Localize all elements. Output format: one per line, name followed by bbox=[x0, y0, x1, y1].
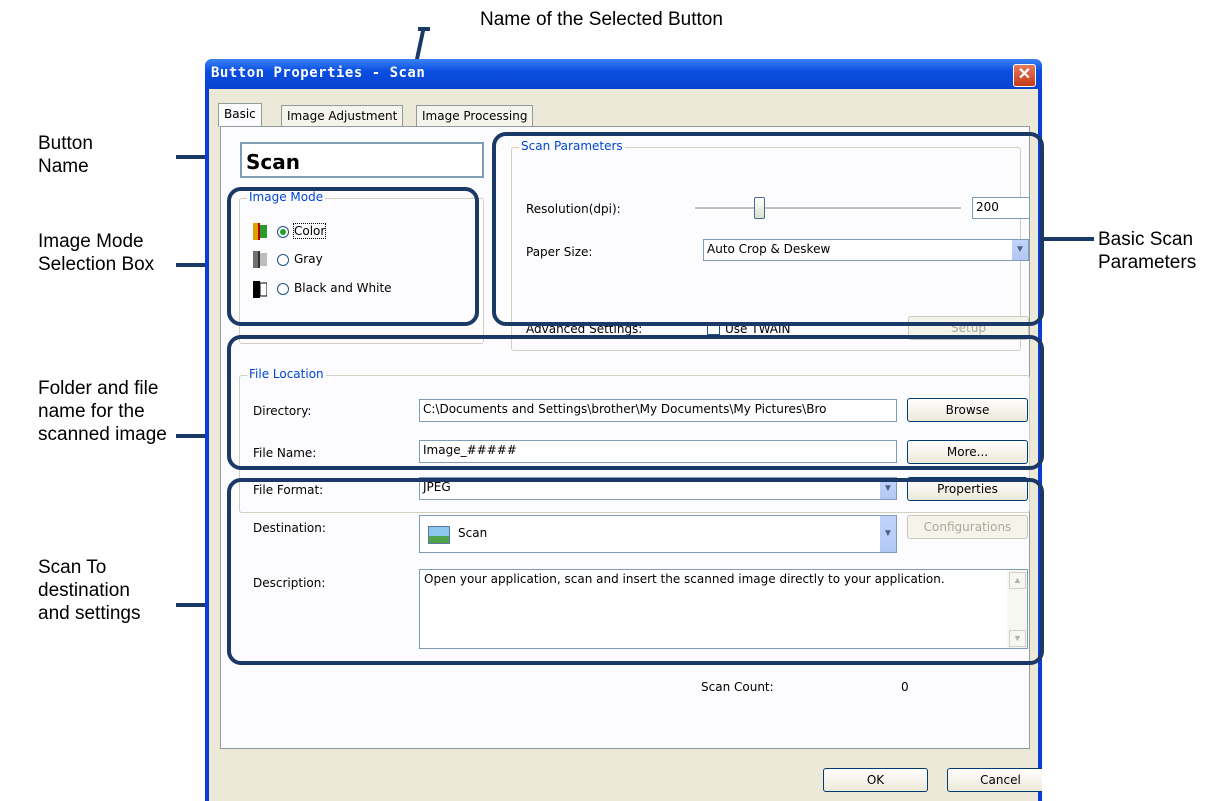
scan-count-value: 0 bbox=[901, 680, 909, 694]
callout-folder-file: Folder and file name for the scanned ima… bbox=[38, 377, 167, 446]
callout-line: destination bbox=[38, 580, 130, 601]
callout-line: Scan To bbox=[38, 557, 107, 578]
button-name-field[interactable]: Scan bbox=[240, 142, 484, 178]
callout-line: Button bbox=[38, 133, 93, 154]
dialog-title: Button Properties - Scan bbox=[211, 65, 426, 81]
callout-line: Image Mode bbox=[38, 231, 144, 252]
highlight-file-location bbox=[227, 335, 1044, 470]
ok-button[interactable]: OK bbox=[823, 768, 928, 792]
highlight-destination bbox=[227, 478, 1044, 665]
tab-image-adjustment[interactable]: Image Adjustment bbox=[281, 105, 404, 126]
close-icon[interactable]: ✕ bbox=[1013, 64, 1036, 87]
callout-leader-title-top bbox=[418, 27, 430, 31]
tab-image-processing[interactable]: Image Processing bbox=[416, 105, 534, 126]
highlight-scan-parameters bbox=[492, 132, 1044, 326]
callout-line: Selection Box bbox=[38, 254, 155, 275]
callout-line: name for the bbox=[38, 401, 145, 422]
callout-selected-button-name: Name of the Selected Button bbox=[480, 9, 723, 30]
callout-leader-title bbox=[414, 27, 426, 63]
cancel-button[interactable]: Cancel bbox=[947, 768, 1042, 792]
callout-line: Basic Scan bbox=[1098, 229, 1194, 250]
callout-line: Folder and file bbox=[38, 378, 159, 399]
scan-count-label: Scan Count: bbox=[701, 680, 774, 694]
callout-line: and settings bbox=[38, 603, 141, 624]
callout-line: scanned image bbox=[38, 424, 167, 445]
callout-leader-basic bbox=[1044, 237, 1094, 241]
title-bar[interactable]: Button Properties - Scan ✕ bbox=[205, 59, 1042, 89]
callout-button-name: Button Name bbox=[38, 132, 93, 178]
highlight-image-mode bbox=[227, 187, 479, 326]
callout-basic-scan-params: Basic Scan Parameters bbox=[1098, 228, 1196, 274]
callout-line: Name bbox=[38, 156, 89, 177]
callout-scan-to: Scan To destination and settings bbox=[38, 556, 140, 625]
tab-basic[interactable]: Basic bbox=[218, 103, 262, 127]
callout-image-mode: Image Mode Selection Box bbox=[38, 230, 154, 276]
callout-line: Parameters bbox=[1098, 252, 1197, 273]
